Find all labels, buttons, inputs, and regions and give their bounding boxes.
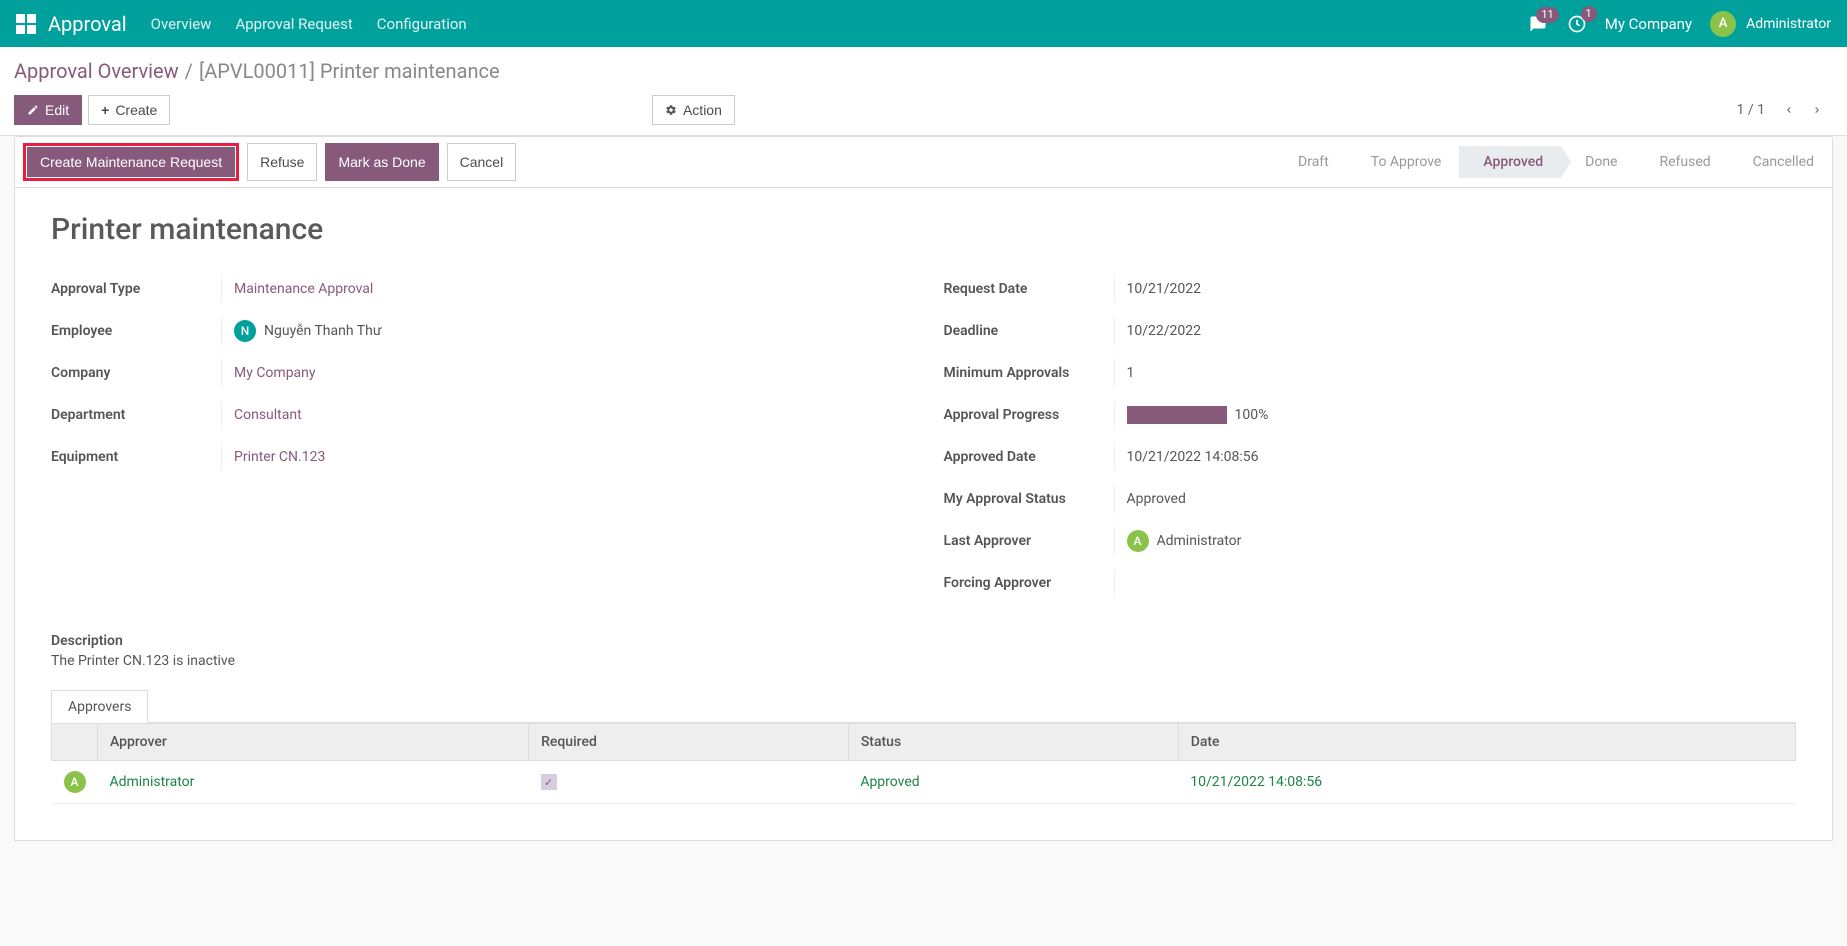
description-label: Description: [51, 633, 1796, 649]
last-approver-label: Last Approver: [944, 533, 1114, 549]
nav-title[interactable]: Approval: [48, 12, 127, 36]
equipment-label: Equipment: [51, 449, 221, 465]
progress-value: 100%: [1114, 401, 1797, 429]
stage-draft[interactable]: Draft: [1274, 146, 1347, 178]
company-value[interactable]: My Company: [221, 359, 904, 387]
th-required: Required: [529, 724, 849, 761]
th-date: Date: [1178, 724, 1795, 761]
employee-label: Employee: [51, 323, 221, 339]
nav-link-approval-request[interactable]: Approval Request: [235, 15, 352, 33]
deadline-label: Deadline: [944, 323, 1114, 339]
nav-link-configuration[interactable]: Configuration: [377, 15, 467, 33]
th-approver: Approver: [98, 724, 529, 761]
forcing-approver-label: Forcing Approver: [944, 575, 1114, 591]
form-col-left: Approval Type Maintenance Approval Emplo…: [51, 275, 904, 611]
pencil-icon: [27, 104, 39, 116]
activity-icon[interactable]: 1: [1567, 14, 1587, 34]
table-header-row: Approver Required Status Date: [52, 724, 1796, 761]
company-label: Company: [51, 365, 221, 381]
activity-badge: 1: [1581, 6, 1597, 22]
request-date-label: Request Date: [944, 281, 1114, 297]
request-date-value: 10/21/2022: [1114, 275, 1797, 303]
approved-date-value: 10/21/2022 14:08:56: [1114, 443, 1797, 471]
user-menu[interactable]: A Administrator: [1710, 11, 1831, 37]
create-maintenance-request-button[interactable]: Create Maintenance Request: [27, 147, 235, 177]
tabs: Approvers: [51, 689, 1796, 723]
row-avatar: A: [64, 771, 86, 793]
pager-text: 1 / 1: [1737, 102, 1765, 118]
pager-next-button[interactable]: [1803, 96, 1831, 125]
progress-label: Approval Progress: [944, 407, 1114, 423]
min-approvals-value: 1: [1114, 359, 1797, 387]
form-col-right: Request Date 10/21/2022 Deadline 10/22/2…: [944, 275, 1797, 611]
approval-type-label: Approval Type: [51, 281, 221, 297]
breadcrumb-separator: /: [185, 59, 193, 83]
chevron-left-icon: [1783, 104, 1795, 116]
page-title: Printer maintenance: [51, 212, 1796, 247]
control-panel: Approval Overview / [APVL00011] Printer …: [0, 47, 1847, 136]
tab-approvers[interactable]: Approvers: [51, 690, 148, 723]
row-date: 10/21/2022 14:08:56: [1190, 774, 1322, 790]
breadcrumb: Approval Overview / [APVL00011] Printer …: [14, 59, 1831, 83]
progress-bar: [1127, 406, 1227, 424]
employee-value[interactable]: N Nguyễn Thanh Thư: [221, 317, 904, 345]
status-bar: Create Maintenance Request Refuse Mark a…: [14, 136, 1833, 188]
chevron-right-icon: [1811, 104, 1823, 116]
th-status: Status: [848, 724, 1178, 761]
stage-done[interactable]: Done: [1561, 146, 1635, 178]
user-name: Administrator: [1746, 16, 1831, 32]
nav-right: 11 1 My Company A Administrator: [1527, 11, 1831, 37]
nav-link-overview[interactable]: Overview: [151, 15, 212, 33]
stage-refused[interactable]: Refused: [1635, 146, 1728, 178]
chat-badge: 11: [1536, 7, 1558, 23]
check-icon: ✓: [541, 774, 557, 790]
last-approver-value[interactable]: A Administrator: [1114, 527, 1797, 555]
min-approvals-label: Minimum Approvals: [944, 365, 1114, 381]
breadcrumb-current: [APVL00011] Printer maintenance: [199, 59, 500, 83]
approval-type-value[interactable]: Maintenance Approval: [221, 275, 904, 303]
my-status-value: Approved: [1114, 485, 1797, 513]
row-status: Approved: [860, 774, 919, 790]
approved-date-label: Approved Date: [944, 449, 1114, 465]
mark-done-button[interactable]: Mark as Done: [325, 143, 438, 181]
department-value[interactable]: Consultant: [221, 401, 904, 429]
breadcrumb-parent[interactable]: Approval Overview: [14, 59, 179, 83]
top-nav: Approval Overview Approval Request Confi…: [0, 0, 1847, 47]
chat-icon[interactable]: 11: [1527, 15, 1549, 33]
forcing-approver-value: [1114, 569, 1797, 597]
status-stages: DraftTo ApproveApprovedDoneRefusedCancel…: [1274, 146, 1832, 178]
deadline-value: 10/22/2022: [1114, 317, 1797, 345]
employee-avatar: N: [234, 320, 256, 342]
my-status-label: My Approval Status: [944, 491, 1114, 507]
approvers-table: Approver Required Status Date A Administr…: [51, 723, 1796, 804]
description-text: The Printer CN.123 is inactive: [51, 653, 1796, 669]
row-approver[interactable]: Administrator: [110, 774, 195, 790]
highlight-annotation: Create Maintenance Request: [23, 143, 239, 181]
table-row[interactable]: A Administrator ✓ Approved 10/21/2022 14:08:…: [52, 761, 1796, 804]
stage-approved[interactable]: Approved: [1459, 146, 1561, 178]
refuse-button[interactable]: Refuse: [247, 143, 317, 181]
stage-cancelled[interactable]: Cancelled: [1729, 146, 1832, 178]
equipment-value[interactable]: Printer CN.123: [221, 443, 904, 471]
cancel-button[interactable]: Cancel: [447, 143, 517, 181]
apps-icon[interactable]: [16, 14, 36, 34]
action-button[interactable]: Action: [652, 95, 735, 125]
description-block: Description The Printer CN.123 is inacti…: [51, 633, 1796, 669]
plus-icon: +: [101, 102, 109, 118]
edit-button[interactable]: Edit: [14, 95, 82, 125]
department-label: Department: [51, 407, 221, 423]
nav-links: Overview Approval Request Configuration: [151, 15, 467, 33]
gear-icon: [665, 104, 677, 116]
pager-prev-button[interactable]: [1775, 96, 1803, 125]
create-button[interactable]: + Create: [88, 95, 170, 125]
user-avatar: A: [1710, 11, 1736, 37]
company-selector[interactable]: My Company: [1605, 15, 1692, 33]
stage-to-approve[interactable]: To Approve: [1347, 146, 1460, 178]
form-sheet: Printer maintenance Approval Type Mainte…: [14, 188, 1833, 841]
last-approver-avatar: A: [1127, 530, 1149, 552]
